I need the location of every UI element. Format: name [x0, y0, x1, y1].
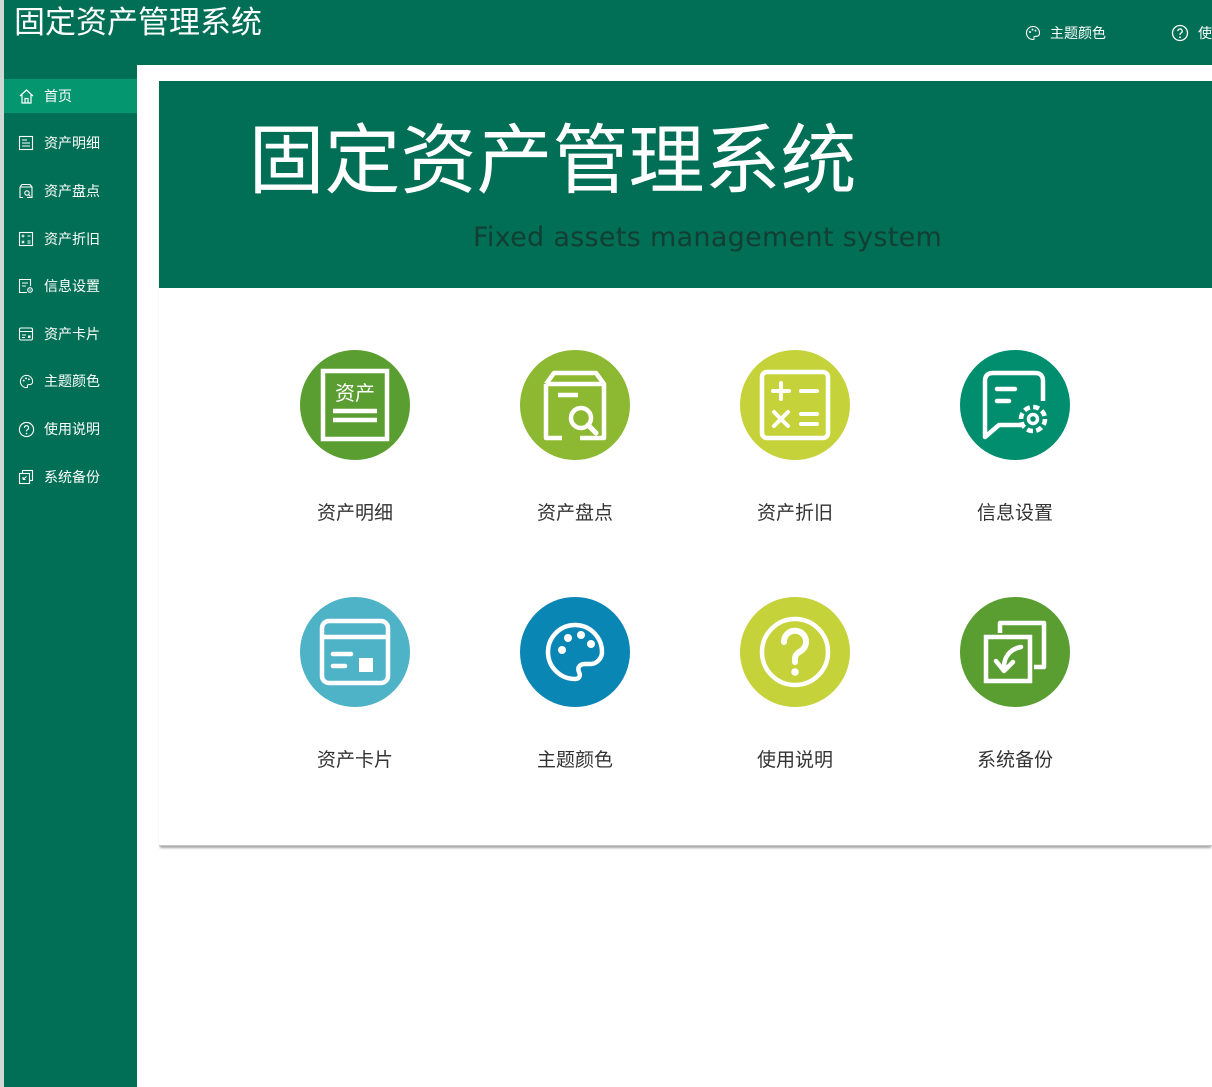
sidebar-item-asset-depreciation[interactable]: 资产折旧: [4, 222, 137, 256]
theme-color-label: 主题颜色: [1050, 26, 1106, 42]
sidebar: 首页 资产明细 资产盘点 资产折旧 信息设置 资产卡片 主题颜色 使用说明 系统…: [4, 65, 137, 1087]
calculator-icon: [759, 369, 831, 441]
banner: 固定资产管理系统 Fixed assets management system: [159, 81, 1212, 288]
card-icon: [17, 325, 35, 343]
calculator-icon: [17, 230, 35, 248]
tile-label: 资产盘点: [536, 502, 613, 524]
tile-label: 资产明细: [316, 502, 393, 524]
home-panel: 固定资产管理系统 Fixed assets management system …: [159, 81, 1212, 846]
question-circle-icon: [17, 420, 35, 438]
sidebar-item-label: 首页: [44, 89, 72, 105]
tile-label: 系统备份: [976, 749, 1053, 771]
sidebar-item-label: 资产卡片: [44, 327, 100, 343]
question-circle-icon: [759, 616, 831, 688]
sidebar-item-asset-card[interactable]: 资产卡片: [4, 317, 137, 351]
sidebar-item-home[interactable]: 首页: [4, 79, 137, 113]
box-search-icon: [543, 370, 607, 441]
help-label: 使: [1198, 26, 1212, 42]
help-button[interactable]: 使: [1171, 20, 1212, 46]
tile-icon-circle: [740, 597, 850, 707]
tile-icon-circle: [520, 350, 630, 460]
sidebar-item-label: 使用说明: [44, 422, 100, 438]
sidebar-item-asset-detail[interactable]: 资产明细: [4, 126, 137, 160]
top-bar: 固定资产管理系统 主题颜色 使: [4, 0, 1212, 65]
tile-theme-color[interactable]: 主题颜色: [495, 597, 655, 787]
tile-icon-circle: [740, 350, 850, 460]
tile-info-settings[interactable]: 信息设置: [935, 350, 1095, 540]
sidebar-item-asset-inventory[interactable]: 资产盘点: [4, 174, 137, 208]
palette-icon: [1025, 25, 1041, 41]
tile-icon-circle: [960, 597, 1070, 707]
asset-doc-icon: 资产: [320, 368, 390, 442]
backup-icon: [17, 468, 35, 486]
list-doc-icon: [17, 134, 35, 152]
backup-icon: [983, 620, 1047, 684]
theme-color-button[interactable]: 主题颜色: [1025, 20, 1106, 46]
tile-system-backup[interactable]: 系统备份: [935, 597, 1095, 787]
doc-settings-icon: [17, 277, 35, 295]
home-icon: [17, 87, 35, 105]
tile-label: 资产卡片: [316, 749, 393, 771]
box-search-icon: [17, 182, 35, 200]
banner-subtitle: Fixed assets management system: [473, 222, 943, 253]
chat-settings-icon: [982, 370, 1048, 440]
sidebar-item-system-backup[interactable]: 系统备份: [4, 460, 137, 494]
sidebar-item-label: 信息设置: [44, 279, 100, 295]
palette-icon: [545, 622, 605, 682]
tile-icon-circle: [960, 350, 1070, 460]
tile-asset-inventory[interactable]: 资产盘点: [495, 350, 655, 540]
sidebar-item-label: 资产盘点: [44, 184, 100, 200]
question-circle-icon: [1171, 24, 1189, 42]
sidebar-item-theme-color[interactable]: 主题颜色: [4, 364, 137, 398]
tile-label: 信息设置: [976, 502, 1053, 524]
sidebar-item-label: 资产折旧: [44, 232, 100, 248]
tile-asset-card[interactable]: 资产卡片: [275, 597, 435, 787]
tile-label: 主题颜色: [536, 749, 613, 771]
tile-icon-circle: [520, 597, 630, 707]
tile-asset-detail[interactable]: 资产 资产明细: [275, 350, 435, 540]
sidebar-item-label: 主题颜色: [44, 374, 100, 390]
svg-text:资产: 资产: [335, 381, 375, 405]
tile-icon-circle: 资产: [300, 350, 410, 460]
tile-user-guide[interactable]: 使用说明: [715, 597, 875, 787]
tile-label: 使用说明: [756, 749, 833, 771]
sidebar-item-user-guide[interactable]: 使用说明: [4, 412, 137, 446]
sidebar-item-label: 系统备份: [44, 470, 100, 486]
palette-icon: [17, 372, 35, 390]
app-title: 固定资产管理系统: [14, 5, 262, 41]
tile-label: 资产折旧: [756, 502, 833, 524]
tile-icon-circle: [300, 597, 410, 707]
banner-title: 固定资产管理系统: [248, 116, 857, 205]
tile-asset-depreciation[interactable]: 资产折旧: [715, 350, 875, 540]
sidebar-item-label: 资产明细: [44, 136, 100, 152]
sidebar-item-info-settings[interactable]: 信息设置: [4, 269, 137, 303]
card-icon: [319, 618, 391, 686]
